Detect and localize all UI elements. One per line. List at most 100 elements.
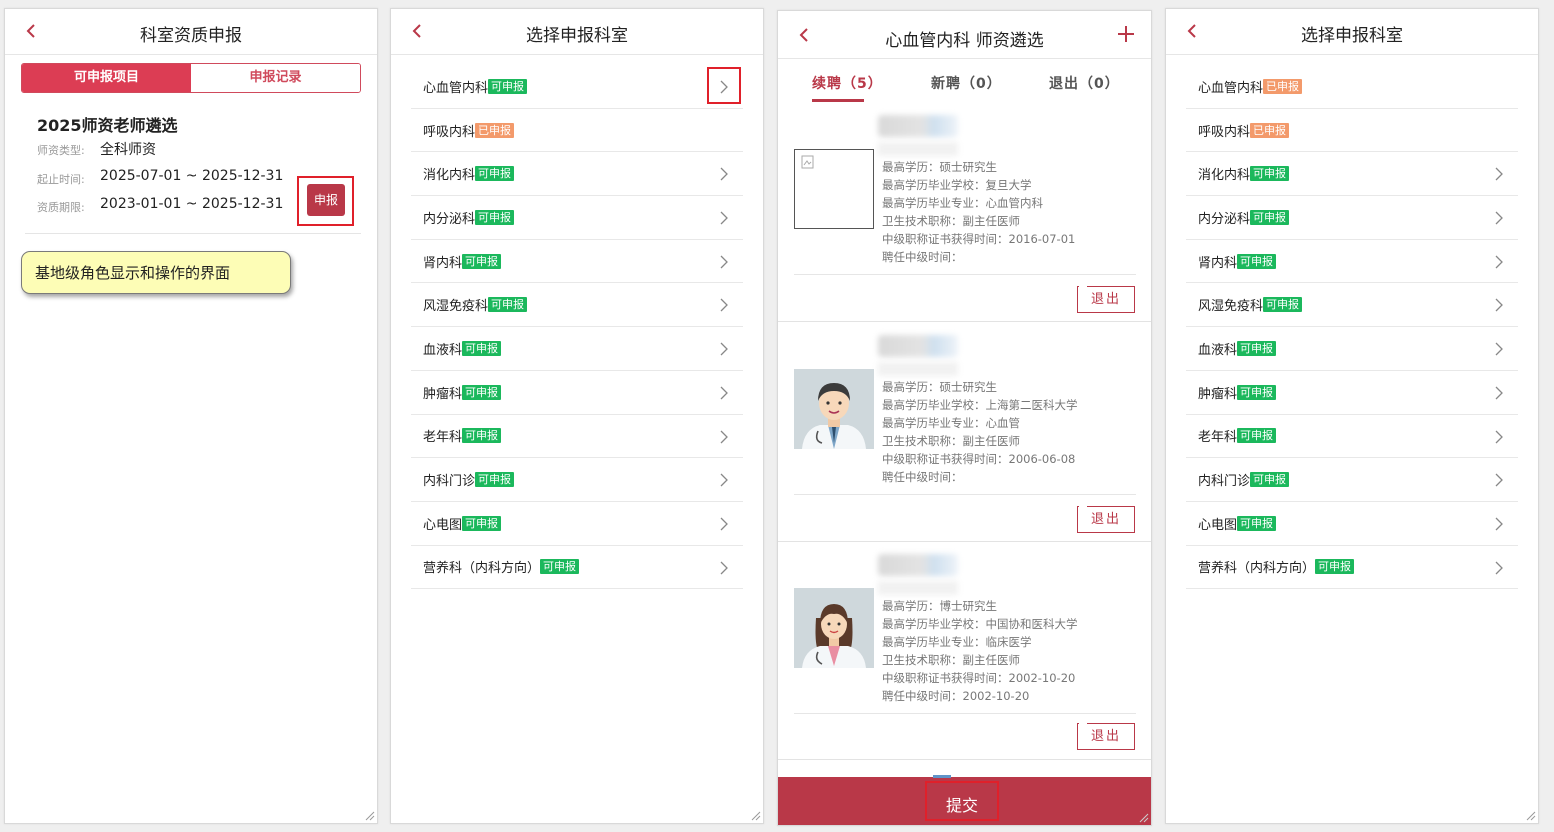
dept-row[interactable]: 呼吸内科 已申报	[411, 109, 743, 153]
divider	[794, 494, 1136, 495]
dept-name: 肾内科	[423, 255, 463, 271]
info-label: 资质期限:	[37, 201, 85, 214]
dept-row[interactable]: 老年科 可申报	[1186, 415, 1518, 459]
dept-row[interactable]: 呼吸内科 已申报	[1186, 109, 1518, 153]
status-badge: 可申报	[462, 384, 502, 400]
chevron-right-icon[interactable]	[1494, 254, 1504, 269]
chevron-right-icon[interactable]	[719, 254, 729, 269]
chevron-right-icon[interactable]	[1494, 516, 1504, 531]
detail-line: 卫生技术职称：副主任医师	[882, 213, 1020, 228]
tab-apply-records[interactable]: 申报记录	[191, 64, 360, 92]
detail-line: 最高学历：硕士研究生	[882, 160, 997, 174]
dept-name: 内科门诊	[1198, 474, 1251, 490]
apply-highlight: 申报	[297, 176, 354, 226]
dept-row[interactable]: 心血管内科 可申报	[411, 65, 743, 109]
divider	[778, 759, 1151, 760]
status-badge: 已申报	[1250, 122, 1290, 138]
exit-button[interactable]: 退出	[1077, 506, 1135, 533]
tab-new[interactable]: 新聘（0）	[931, 73, 1002, 93]
dept-row[interactable]: 肿瘤科 可申报	[411, 371, 743, 415]
chevron-right-icon[interactable]	[719, 560, 729, 575]
divider	[778, 541, 1151, 542]
chevron-right-icon[interactable]	[719, 429, 729, 443]
chevron-right-icon[interactable]	[719, 341, 729, 356]
dept-name: 心电图	[1198, 517, 1238, 533]
dept-row[interactable]: 血液科 可申报	[411, 327, 743, 371]
broken-image-icon	[794, 149, 874, 229]
resize-handle-icon[interactable]	[363, 809, 375, 821]
detail-line: 中级职称证书获得时间：2002-10-20	[882, 670, 1076, 685]
dept-name: 肾内科	[1198, 255, 1238, 271]
teacher-details: 最高学历：博士研究生 最高学历毕业学校：中国协和医科大学 最高学历毕业专业：临床…	[882, 598, 1078, 705]
dept-row[interactable]: 肾内科 可申报	[1186, 240, 1518, 284]
detail-line: 最高学历毕业专业：心血管	[882, 415, 1020, 430]
chevron-right-icon[interactable]	[719, 166, 729, 181]
chevron-right-icon[interactable]	[1494, 472, 1504, 487]
chevron-right-icon[interactable]	[1494, 210, 1504, 225]
dept-row[interactable]: 肾内科 可申报	[411, 240, 743, 284]
apply-button[interactable]: 申报	[307, 184, 345, 216]
page-title: 心血管内科 师资遴选	[885, 31, 1044, 51]
teacher-details: 最高学历：硕士研究生 最高学历毕业学校：上海第二医科大学 最高学历毕业专业：心血…	[882, 379, 1078, 486]
dept-row[interactable]: 肿瘤科 可申报	[1186, 371, 1518, 415]
detail-line: 聘任中级时间：	[882, 469, 963, 484]
resize-handle-icon[interactable]	[1524, 809, 1536, 821]
dept-row[interactable]: 内分泌科 可申报	[411, 196, 743, 240]
dept-row[interactable]: 内科门诊 可申报	[411, 458, 743, 502]
detail-line: 最高学历：博士研究生	[882, 599, 997, 613]
status-badge: 可申报	[462, 253, 502, 269]
detail-line: 卫生技术职称：副主任医师	[882, 433, 1020, 448]
info-value: 2023-01-01 ~ 2025-12-31	[100, 196, 284, 212]
chevron-right-icon[interactable]	[719, 385, 729, 400]
submit-bar: 提交	[778, 775, 1151, 825]
tab-available-projects[interactable]: 可申报项目	[22, 64, 191, 92]
chevron-right-icon[interactable]	[1494, 560, 1504, 575]
status-badge: 可申报	[462, 340, 502, 356]
dept-row[interactable]: 风湿免疫科 可申报	[1186, 283, 1518, 328]
dept-row[interactable]: 营养科（内科方向） 可申报	[411, 546, 743, 590]
submit-highlight: 提交	[925, 781, 999, 821]
dept-row[interactable]: 老年科 可申报	[411, 415, 743, 459]
exit-button[interactable]: 退出	[1077, 723, 1135, 750]
status-badge: 可申报	[475, 209, 515, 225]
dept-row[interactable]: 心电图 可申报	[1186, 502, 1518, 546]
status-badge: 已申报	[1263, 78, 1303, 94]
info-row-validity: 资质期限: 2023-01-01 ~ 2025-12-31	[37, 196, 283, 215]
dept-row[interactable]: 血液科 可申报	[1186, 327, 1518, 371]
dept-row[interactable]: 消化内科 可申报	[1186, 152, 1518, 197]
status-badge: 可申报	[1250, 166, 1290, 182]
chevron-right-icon[interactable]	[1494, 341, 1504, 356]
tab-exit[interactable]: 退出（0）	[1049, 73, 1120, 93]
chevron-highlight	[707, 67, 741, 104]
dept-row[interactable]: 内分泌科 可申报	[1186, 196, 1518, 240]
chevron-right-icon[interactable]	[719, 516, 729, 531]
divider	[794, 713, 1136, 714]
chevron-right-icon[interactable]	[1494, 166, 1504, 181]
chevron-right-icon[interactable]	[1494, 297, 1504, 312]
dept-row[interactable]: 风湿免疫科 可申报	[411, 283, 743, 328]
dept-row[interactable]: 内科门诊 可申报	[1186, 458, 1518, 502]
resize-handle-icon[interactable]	[1137, 811, 1149, 823]
chevron-right-icon[interactable]	[719, 297, 729, 312]
chevron-right-icon[interactable]	[1494, 385, 1504, 400]
status-badge: 可申报	[1237, 384, 1277, 400]
dept-row[interactable]: 心血管内科 已申报	[1186, 65, 1518, 109]
add-icon[interactable]	[1117, 25, 1135, 43]
dept-row[interactable]: 营养科（内科方向） 可申报	[1186, 546, 1518, 590]
submit-button[interactable]: 提交	[927, 792, 997, 816]
detail-line: 最高学历毕业学校：上海第二医科大学	[882, 397, 1078, 412]
tab-renew[interactable]: 续聘（5）	[812, 73, 883, 93]
chevron-right-icon[interactable]	[1494, 429, 1504, 443]
chevron-right-icon[interactable]	[719, 210, 729, 225]
detail-line: 最高学历：硕士研究生	[882, 380, 997, 394]
chevron-right-icon[interactable]	[719, 472, 729, 487]
panel-select-dept-after: 选择申报科室 心血管内科 已申报 呼吸内科 已申报 消化内科 可申报 内分泌科 可申报 肾内科可…	[1165, 8, 1539, 824]
dept-row[interactable]: 消化内科 可申报	[411, 152, 743, 197]
dept-row[interactable]: 心电图 可申报	[411, 502, 743, 546]
chevron-right-icon[interactable]	[719, 79, 729, 94]
info-label: 师资类型:	[37, 144, 85, 157]
resize-handle-icon[interactable]	[749, 809, 761, 821]
status-badge: 可申报	[1237, 515, 1277, 531]
exit-button[interactable]: 退出	[1077, 286, 1135, 313]
divider	[778, 321, 1151, 322]
